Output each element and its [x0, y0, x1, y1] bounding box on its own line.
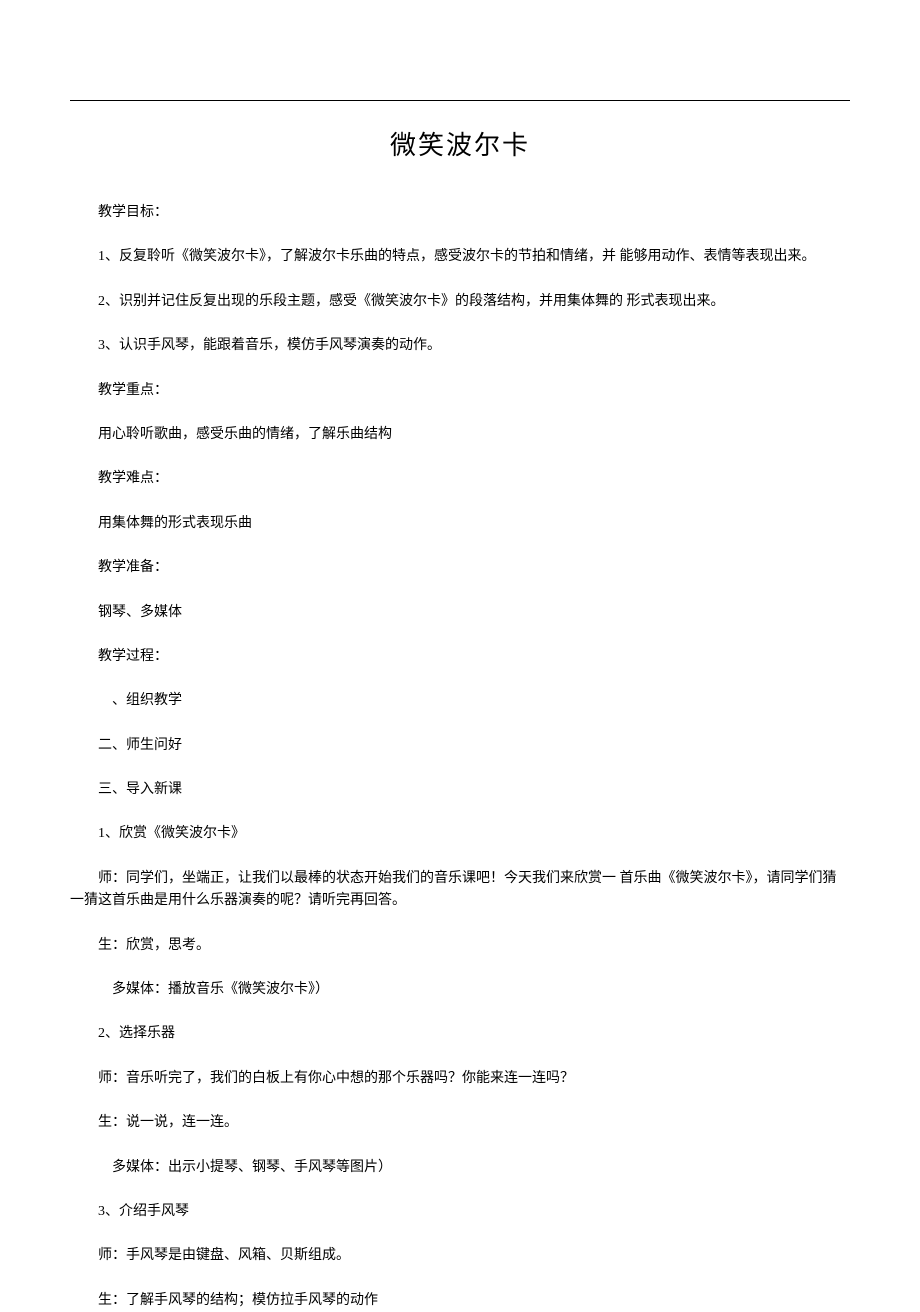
step-3-teacher: 师：手风琴是由键盘、风箱、贝斯组成。 — [70, 1245, 850, 1267]
difficulty-content: 用集体舞的形式表现乐曲 — [70, 513, 850, 535]
step-2-student: 生：说一说，连一连。 — [70, 1112, 850, 1134]
goal-1-text: 1、反复聆听《微笑波尔卡》，了解波尔卡乐曲的特点，感受波尔卡的节拍和情绪，并 能… — [98, 249, 816, 264]
step-3-label: 3、介绍手风琴 — [70, 1201, 850, 1223]
process-item-1: 、组织教学 — [70, 690, 850, 712]
prep-content: 钢琴、多媒体 — [70, 602, 850, 624]
goal-3: 3、认识手风琴，能跟着音乐，模仿手风琴演奏的动作。 — [70, 335, 850, 357]
goal-2: 2、识别并记住反复出现的乐段主题，感受《微笑波尔卡》的段落结构，并用集体舞的 形… — [70, 291, 850, 313]
process-label: 教学过程： — [70, 646, 850, 668]
process-item-3: 三、导入新课 — [70, 779, 850, 801]
step-1-label: 1、欣赏《微笑波尔卡》 — [70, 823, 850, 845]
step-3-student: 生：了解手风琴的结构；模仿拉手风琴的动作 — [70, 1290, 850, 1312]
step-1-student: 生：欣赏，思考。 — [70, 935, 850, 957]
step-2-label: 2、选择乐器 — [70, 1023, 850, 1045]
step-2-teacher: 师：音乐听完了，我们的白板上有你心中想的那个乐器吗？你能来连一连吗？ — [70, 1068, 850, 1090]
step-1-teacher: 师：同学们，坐端正，让我们以最棒的状态开始我们的音乐课吧！今天我们来欣赏一 首乐… — [70, 868, 850, 913]
document-title: 微笑波尔卡 — [70, 125, 850, 162]
difficulty-label: 教学难点： — [70, 468, 850, 490]
process-item-2: 二、师生问好 — [70, 735, 850, 757]
focus-content: 用心聆听歌曲，感受乐曲的情绪，了解乐曲结构 — [70, 424, 850, 446]
prep-label: 教学准备： — [70, 557, 850, 579]
goals-label: 教学目标： — [70, 202, 850, 224]
focus-label: 教学重点： — [70, 380, 850, 402]
goal-1: 1、反复聆听《微笑波尔卡》，了解波尔卡乐曲的特点，感受波尔卡的节拍和情绪，并 能… — [70, 246, 850, 268]
horizontal-rule — [70, 100, 850, 101]
step-1-media: 多媒体：播放音乐《微笑波尔卡》） — [70, 979, 850, 1001]
step-2-media: 多媒体：出示小提琴、钢琴、手风琴等图片） — [70, 1157, 850, 1179]
